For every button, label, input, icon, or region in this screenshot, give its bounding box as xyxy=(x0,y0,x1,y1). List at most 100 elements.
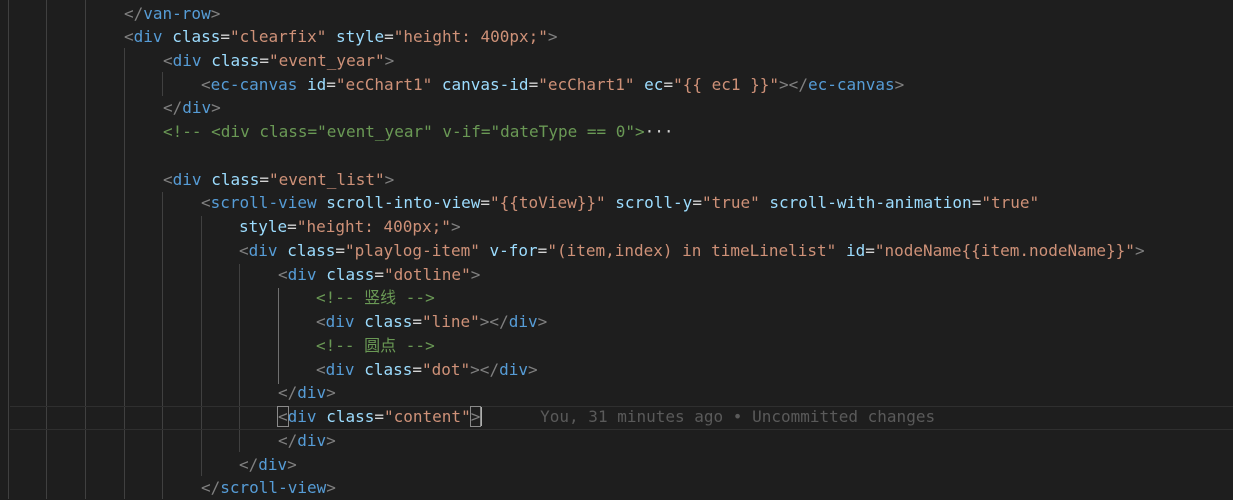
code-token: ></ xyxy=(479,312,509,331)
code-token: </ xyxy=(278,431,298,450)
code-token: div xyxy=(297,383,327,402)
code-line[interactable]: <scroll-view scroll-into-view="{{toView}… xyxy=(201,191,1039,215)
code-token: "line" xyxy=(422,312,480,331)
code-token: scroll-view xyxy=(220,478,327,497)
code-token: = xyxy=(374,407,384,426)
code-token: > xyxy=(384,51,395,70)
code-line[interactable]: </scroll-view> xyxy=(201,476,336,500)
code-token: style xyxy=(239,217,288,236)
code-token: scroll-y xyxy=(615,193,693,212)
code-editor[interactable]: </van-row> <div class="clearfix" style="h… xyxy=(0,0,1233,499)
code-line[interactable]: </div> xyxy=(278,429,336,453)
indent-guide xyxy=(162,72,163,96)
code-token: > xyxy=(470,265,481,284)
code-line[interactable]: </van-row> xyxy=(124,2,220,26)
code-token: = xyxy=(259,51,269,70)
code-line[interactable]: <div class="dot"></div> xyxy=(316,358,538,382)
code-token: > xyxy=(527,360,538,379)
code-token: < xyxy=(124,27,134,46)
code-token: <!-- 竖线 --> xyxy=(316,288,435,307)
code-line[interactable]: <!-- 圆点 --> xyxy=(316,334,435,358)
code-token: class xyxy=(172,27,221,46)
code-token: > xyxy=(547,27,558,46)
indent-guide-active xyxy=(278,288,279,384)
code-token: > xyxy=(326,478,336,497)
code-line[interactable]: <div class="playlog-item" v-for="(item,i… xyxy=(239,239,1145,263)
code-token: "clearfix" xyxy=(230,27,327,46)
code-line[interactable]: <div class="content"> You, 31 minutes ag… xyxy=(277,405,935,429)
code-token: div xyxy=(258,455,288,474)
code-line[interactable]: </div> xyxy=(163,96,221,120)
code-token: </ xyxy=(278,383,298,402)
code-line[interactable]: <!-- 竖线 --> xyxy=(316,286,435,310)
code-token: "content" xyxy=(384,407,471,426)
code-line[interactable]: <div class="line"></div> xyxy=(316,310,547,334)
code-token: < xyxy=(201,75,211,94)
code-token: class xyxy=(364,312,413,331)
code-token: "height: 400px;" xyxy=(296,217,451,236)
code-token: "true" xyxy=(981,193,1040,212)
code-token: scroll-with-animation xyxy=(769,193,972,212)
code-token: scroll-view xyxy=(210,193,317,212)
code-token: </ xyxy=(201,478,221,497)
code-token: "true" xyxy=(701,193,760,212)
code-line[interactable]: <div class="event_list"> xyxy=(163,168,394,192)
code-token: div xyxy=(133,27,163,46)
code-token: "dotline" xyxy=(384,265,471,284)
code-token: class xyxy=(211,51,260,70)
code-line[interactable]: <div class="clearfix" style="height: 400… xyxy=(124,25,558,49)
code-token: > xyxy=(210,4,221,23)
code-token: > xyxy=(211,98,221,117)
code-token: ec-canvas xyxy=(210,75,298,94)
code-token: > xyxy=(450,217,461,236)
code-token: = xyxy=(480,193,491,212)
code-line[interactable]: style="height: 400px;"> xyxy=(239,215,461,239)
code-token: > xyxy=(384,170,395,189)
code-token: "{{toView}}" xyxy=(490,193,606,212)
code-token: div xyxy=(248,241,278,260)
code-line[interactable]: </div> xyxy=(239,453,297,477)
code-token: = xyxy=(692,193,702,212)
code-token: "dot" xyxy=(422,360,471,379)
code-token: = xyxy=(412,360,422,379)
code-token: div xyxy=(508,312,538,331)
code-line[interactable]: <div class="event_year"> xyxy=(163,49,394,73)
code-token: > xyxy=(537,312,548,331)
indent-guide xyxy=(162,192,163,499)
code-token: van-row xyxy=(143,4,211,23)
code-token: class xyxy=(326,407,375,426)
code-token: div xyxy=(325,312,355,331)
code-token: class xyxy=(326,265,375,284)
code-line[interactable]: <!-- <div class="event_year" v-if="dateT… xyxy=(163,120,674,144)
code-line[interactable]: <ec-canvas id="ecChart1" canvas-id="ecCh… xyxy=(201,73,904,97)
code-token: class xyxy=(287,241,336,260)
code-token: > xyxy=(287,455,297,474)
code-token: > xyxy=(469,406,482,427)
code-token: = xyxy=(971,193,982,212)
code-token: ec-canvas xyxy=(807,75,895,94)
code-token: id xyxy=(306,75,327,94)
code-line[interactable]: <div class="dotline"> xyxy=(278,263,480,287)
code-token: "ecChart1" xyxy=(538,75,635,94)
code-line[interactable]: </div> xyxy=(278,381,336,405)
code-token: style xyxy=(335,27,385,46)
code-token: id xyxy=(845,241,866,260)
code-token: "(item,index) in timeLinelist" xyxy=(547,241,837,260)
code-token: < xyxy=(316,360,326,379)
code-token: < xyxy=(316,312,326,331)
code-token: < xyxy=(201,193,211,212)
code-token: = xyxy=(412,312,422,331)
code-token: "nodeName{{item.nodeName}}" xyxy=(874,241,1135,260)
code-token: > xyxy=(326,383,336,402)
code-token: < xyxy=(239,241,249,260)
